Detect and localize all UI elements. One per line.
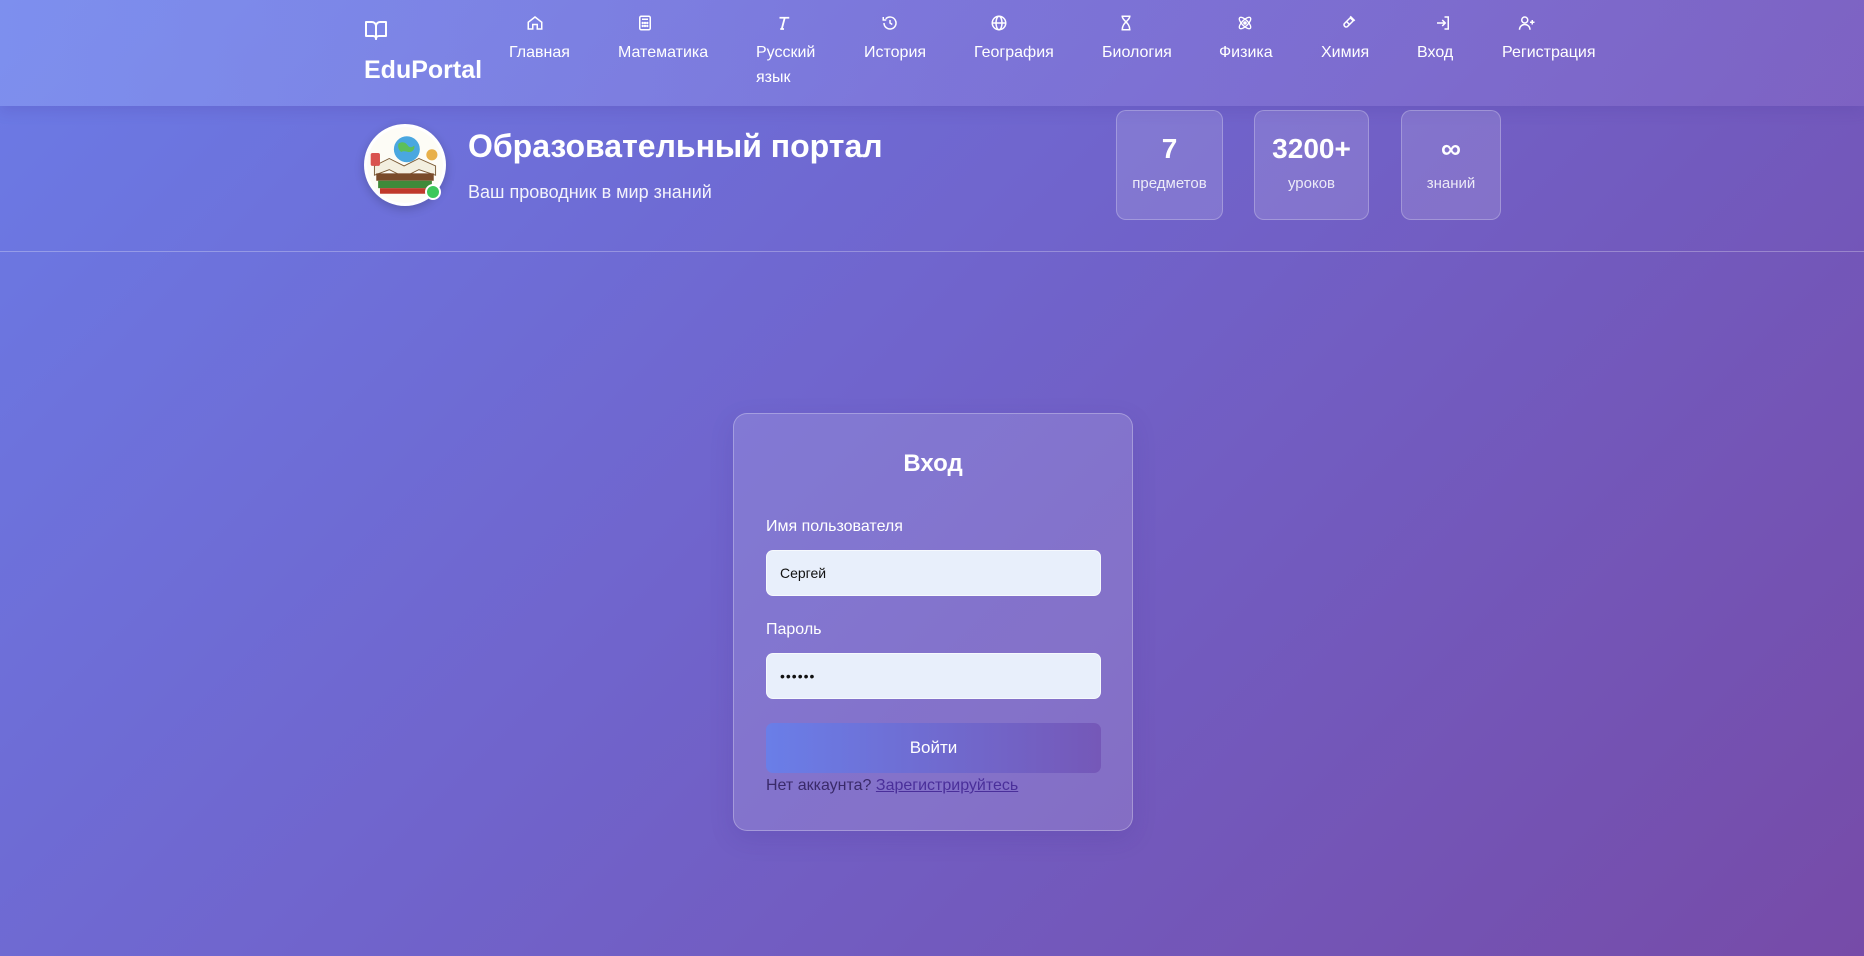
nav-item-biology[interactable]: Биология bbox=[1102, 14, 1172, 65]
stat-caption: знаний bbox=[1426, 175, 1476, 192]
user-plus-icon bbox=[1518, 14, 1536, 32]
nav-label: Математика bbox=[618, 44, 709, 61]
nav-label: Физика bbox=[1219, 44, 1273, 61]
stat-caption: предметов bbox=[1132, 175, 1207, 192]
signup-prompt: Нет аккаунта? Зарегистрируйтесь bbox=[766, 777, 1018, 795]
login-form: Вход Имя пользователя Пароль Войти Нет а… bbox=[733, 413, 1133, 831]
stat-subjects: 7 предметов bbox=[1116, 110, 1223, 220]
brand-logo[interactable]: EduPortal bbox=[364, 18, 484, 84]
nav-item-home[interactable]: Главная bbox=[509, 14, 570, 65]
nav-label: История bbox=[864, 44, 927, 61]
stat-value: 3200+ bbox=[1272, 133, 1351, 164]
nav-item-physics[interactable]: Физика bbox=[1219, 14, 1273, 65]
page-subtitle: Ваш проводник в мир знаний bbox=[468, 182, 712, 202]
nav-label: Вход bbox=[1417, 44, 1454, 61]
login-submit-button[interactable]: Войти bbox=[766, 723, 1101, 773]
nav-item-login[interactable]: Вход bbox=[1417, 14, 1453, 65]
username-label: Имя пользователя bbox=[766, 518, 903, 535]
nav-label: Химия bbox=[1321, 44, 1370, 61]
top-navbar: EduPortal Главная Математика Русский язы… bbox=[0, 0, 1864, 106]
nav-item-chemistry[interactable]: Химия bbox=[1321, 14, 1369, 65]
no-account-text: Нет аккаунта? bbox=[766, 777, 872, 794]
username-field[interactable] bbox=[766, 550, 1101, 596]
stat-caption: уроков bbox=[1287, 175, 1336, 192]
history-icon bbox=[881, 14, 899, 32]
nav-item-register[interactable]: Регистрация bbox=[1502, 14, 1596, 65]
nav-item-russian[interactable]: Русский язык bbox=[756, 14, 828, 90]
nav-item-history[interactable]: История bbox=[864, 14, 926, 65]
stat-value: 7 bbox=[1161, 133, 1178, 164]
calculator-icon bbox=[636, 14, 654, 32]
nav-label: Регистрация bbox=[1502, 44, 1596, 61]
nav-item-math[interactable]: Математика bbox=[618, 14, 708, 65]
online-status-indicator bbox=[425, 184, 441, 200]
password-field[interactable] bbox=[766, 653, 1101, 699]
text-icon bbox=[775, 14, 793, 32]
home-icon bbox=[526, 14, 544, 32]
sign-in-icon bbox=[1434, 14, 1452, 32]
nav-item-geography[interactable]: География bbox=[974, 14, 1054, 65]
nav-label: Биология bbox=[1102, 44, 1172, 61]
login-title: Вход bbox=[903, 450, 963, 477]
dna-icon bbox=[1117, 14, 1135, 32]
register-link[interactable]: Зарегистрируйтесь bbox=[876, 777, 1018, 794]
nav-label: Главная bbox=[509, 44, 570, 61]
nav-label: Русский язык bbox=[756, 44, 816, 86]
page-title: Образовательный портал bbox=[468, 128, 883, 164]
flask-icon bbox=[1339, 14, 1357, 32]
atom-icon bbox=[1236, 14, 1254, 32]
stat-value: ∞ bbox=[1441, 133, 1461, 164]
stat-knowledge: ∞ знаний bbox=[1401, 110, 1501, 220]
book-open-icon bbox=[364, 18, 388, 42]
stat-lessons: 3200+ уроков bbox=[1254, 110, 1369, 220]
brand-name: EduPortal bbox=[364, 56, 483, 84]
globe-icon bbox=[990, 14, 1008, 32]
page-header: Образовательный портал Ваш проводник в м… bbox=[0, 106, 1864, 252]
nav-label: География bbox=[974, 44, 1054, 61]
password-label: Пароль bbox=[766, 621, 822, 638]
